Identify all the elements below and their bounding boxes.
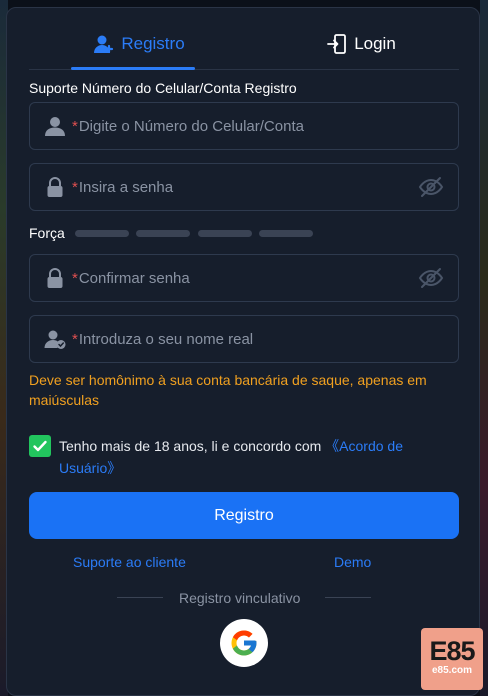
required-mark: * xyxy=(72,117,78,135)
tab-login[interactable]: Login xyxy=(291,18,431,70)
active-tab-indicator xyxy=(71,67,195,70)
strength-label: Força xyxy=(29,225,65,241)
terms-checkbox[interactable] xyxy=(29,435,51,457)
divider-right xyxy=(325,597,371,598)
register-modal: Registro Login Suporte Número do Celular… xyxy=(6,7,480,696)
phone-field[interactable]: * xyxy=(29,102,459,150)
login-door-icon xyxy=(326,33,348,55)
lock-icon xyxy=(44,267,66,289)
eye-off-icon[interactable] xyxy=(418,176,444,198)
demo-link[interactable]: Demo xyxy=(334,554,371,570)
phone-input[interactable] xyxy=(78,117,458,135)
real-name-input[interactable] xyxy=(78,330,458,348)
strength-bar-4 xyxy=(259,230,313,237)
eye-off-icon[interactable] xyxy=(418,267,444,289)
tab-register[interactable]: Registro xyxy=(69,18,209,70)
binding-register-label: Registro vinculativo xyxy=(179,590,301,606)
tab-bar: Registro Login xyxy=(29,18,459,70)
check-icon xyxy=(33,440,47,452)
confirm-password-field[interactable]: * xyxy=(29,254,459,302)
register-button[interactable]: Registro xyxy=(29,492,459,539)
watermark-title: E85 xyxy=(429,636,475,666)
background-right xyxy=(480,0,488,696)
confirm-password-input[interactable] xyxy=(78,269,418,287)
real-name-warning: Deve ser homônimo à sua conta bancária d… xyxy=(29,372,427,408)
tab-register-label: Registro xyxy=(121,34,185,53)
section-label: Suporte Número do Celular/Conta Registro xyxy=(29,80,297,96)
terms-text: Tenho mais de 18 anos, li e concordo com… xyxy=(59,435,459,479)
customer-support-link[interactable]: Suporte ao cliente xyxy=(73,554,186,570)
terms-text-label: Tenho mais de 18 anos, li e concordo com xyxy=(59,438,326,454)
tab-login-label: Login xyxy=(354,34,396,53)
user-check-icon xyxy=(44,328,66,350)
real-name-field[interactable]: * xyxy=(29,315,459,363)
user-icon xyxy=(44,115,66,137)
required-mark: * xyxy=(72,269,78,287)
required-mark: * xyxy=(72,178,78,196)
site-watermark: E85 e85.com xyxy=(421,628,483,690)
user-plus-icon xyxy=(93,33,115,55)
google-icon xyxy=(231,630,257,656)
lock-icon xyxy=(44,176,66,198)
google-login-button[interactable] xyxy=(220,619,268,667)
password-field[interactable]: * xyxy=(29,163,459,211)
strength-bar-1 xyxy=(75,230,129,237)
strength-bar-2 xyxy=(136,230,190,237)
divider-left xyxy=(117,597,163,598)
strength-bar-3 xyxy=(198,230,252,237)
password-input[interactable] xyxy=(78,178,418,196)
required-mark: * xyxy=(72,330,78,348)
